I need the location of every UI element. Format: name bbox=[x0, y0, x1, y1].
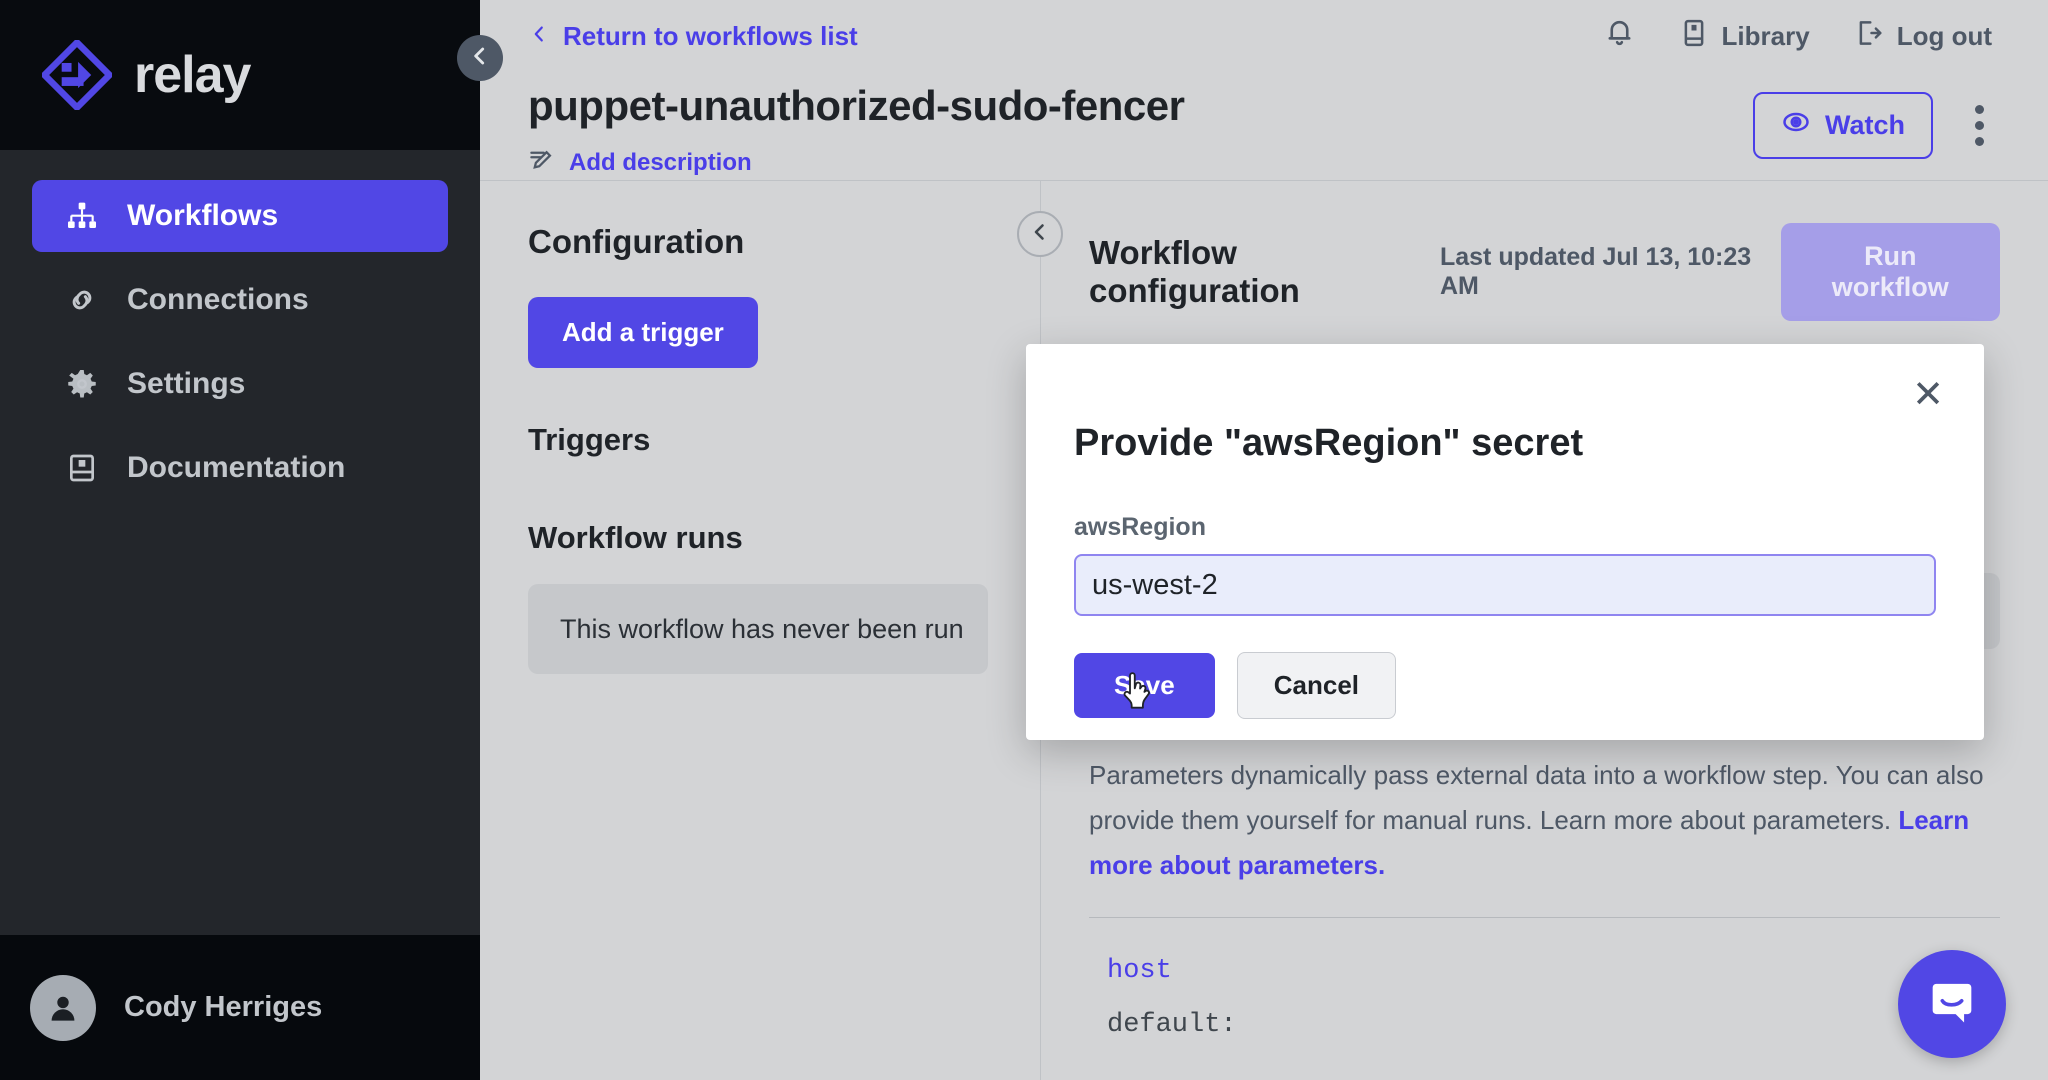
sidebar-item-label: Connections bbox=[127, 283, 309, 316]
sidebar-item-workflows[interactable]: Workflows bbox=[32, 180, 448, 252]
secret-field-label: awsRegion bbox=[1074, 513, 1206, 541]
gear-icon bbox=[65, 367, 99, 401]
sidebar-logo[interactable]: relay bbox=[0, 0, 480, 150]
link-chain-icon bbox=[65, 283, 99, 317]
sidebar: relay Workflows Connections Settings Doc… bbox=[0, 0, 503, 1080]
sidebar-item-documentation[interactable]: Documentation bbox=[32, 432, 448, 504]
relay-logo-icon bbox=[39, 37, 115, 113]
sidebar-user[interactable]: Cody Herriges bbox=[0, 935, 480, 1080]
app-root: relay Workflows Connections Settings Doc… bbox=[0, 0, 2048, 1080]
close-icon[interactable]: ✕ bbox=[1912, 376, 1944, 414]
sidebar-item-label: Workflows bbox=[127, 199, 279, 232]
sitemap-icon bbox=[65, 199, 99, 233]
modal-overlay: ✕ Provide "awsRegion" secret awsRegion S… bbox=[480, 0, 2048, 1080]
cancel-button[interactable]: Cancel bbox=[1236, 652, 1396, 719]
secret-value-input[interactable] bbox=[1074, 554, 1936, 616]
save-button[interactable]: Save bbox=[1074, 653, 1215, 718]
sidebar-nav: Workflows Connections Settings Documenta… bbox=[0, 150, 480, 935]
provide-secret-modal: ✕ Provide "awsRegion" secret awsRegion S… bbox=[1026, 344, 1984, 740]
modal-title: Provide "awsRegion" secret bbox=[1074, 422, 1584, 464]
sidebar-item-label: Settings bbox=[127, 367, 246, 400]
book-icon bbox=[65, 451, 99, 485]
modal-actions: Save Cancel bbox=[1074, 652, 1936, 719]
sidebar-item-settings[interactable]: Settings bbox=[32, 348, 448, 420]
main-content: Return to workflows list Library Log out… bbox=[480, 0, 2048, 1080]
avatar bbox=[30, 974, 96, 1041]
brand-name: relay bbox=[134, 46, 251, 104]
sidebar-item-label: Documentation bbox=[127, 451, 346, 484]
sidebar-item-connections[interactable]: Connections bbox=[32, 264, 448, 336]
sidebar-user-name: Cody Herriges bbox=[124, 991, 323, 1023]
